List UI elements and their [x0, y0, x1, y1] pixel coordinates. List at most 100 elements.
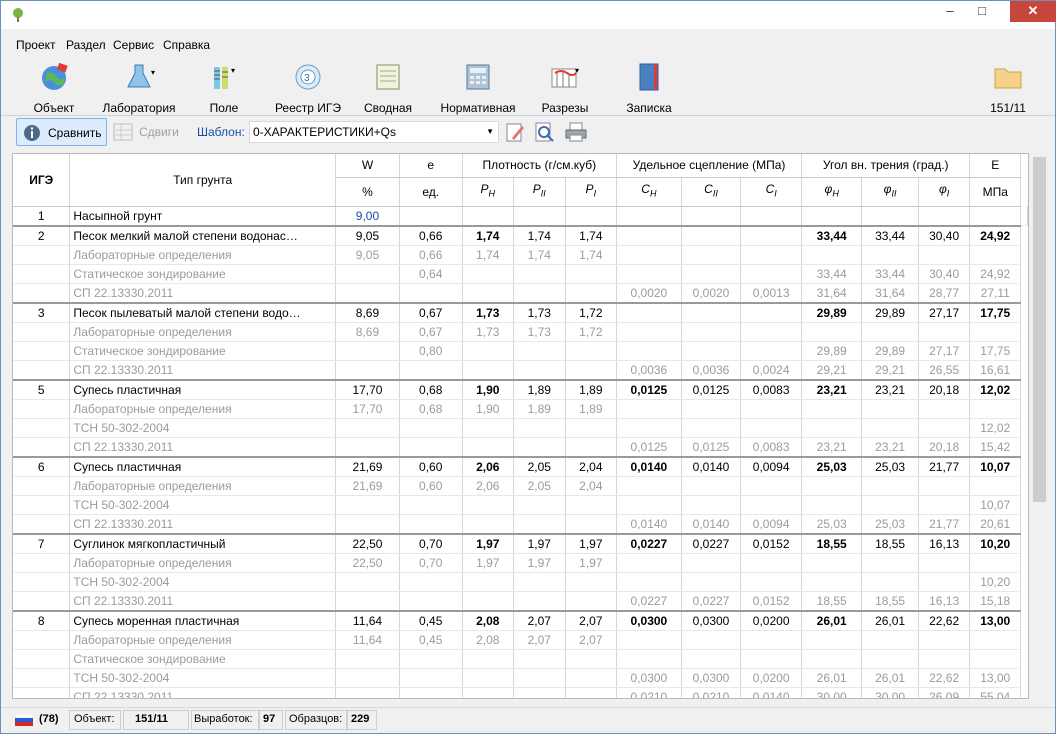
value-cell[interactable]: 1,97 [513, 553, 566, 573]
value-cell[interactable] [565, 437, 618, 457]
ige-cell[interactable] [13, 283, 71, 303]
value-cell[interactable] [399, 591, 463, 611]
toolbar-field-button[interactable]: ▾ Поле [199, 61, 249, 115]
value-cell[interactable]: 21,69 [335, 476, 400, 496]
toolbar-lab-button[interactable]: ▾ Лаборатория [99, 61, 179, 115]
source-row[interactable]: ТСН 50-302-2004 10,20 [13, 572, 1028, 592]
menu-section[interactable]: Раздел [66, 38, 106, 52]
value-cell[interactable]: 17,75 [969, 341, 1021, 361]
value-cell[interactable] [616, 206, 682, 226]
value-cell[interactable] [462, 668, 515, 688]
template-select[interactable]: 0-ХАРАКТЕРИСТИКИ+Qs ▼ [249, 121, 499, 143]
value-cell[interactable] [918, 553, 971, 573]
value-cell[interactable]: 2,08 [462, 630, 515, 650]
ige-row[interactable]: 5 Супесь пластичная 17,70 0,68 1,90 1,89 1,89 0… [13, 378, 1028, 400]
maximize-button[interactable]: □ [967, 1, 997, 22]
value-cell[interactable] [861, 206, 919, 226]
value-cell[interactable] [740, 301, 802, 323]
value-cell[interactable]: 1,97 [565, 553, 618, 573]
value-cell[interactable]: 0,0094 [740, 514, 802, 534]
value-cell[interactable] [969, 649, 1021, 669]
value-cell[interactable] [861, 572, 919, 592]
value-cell[interactable]: 18,55 [801, 532, 863, 554]
value-cell[interactable]: 8,69 [335, 322, 400, 342]
ige-cell[interactable] [13, 476, 71, 496]
value-cell[interactable] [969, 206, 1021, 226]
value-cell[interactable] [462, 591, 515, 611]
value-cell[interactable] [681, 649, 742, 669]
value-cell[interactable] [681, 206, 742, 226]
value-cell[interactable] [969, 553, 1021, 573]
value-cell[interactable]: 0,0227 [616, 591, 682, 611]
value-cell[interactable] [565, 264, 618, 284]
value-cell[interactable] [335, 360, 400, 380]
value-cell[interactable]: 21,77 [918, 455, 971, 477]
value-cell[interactable] [616, 245, 682, 265]
soil-type-cell[interactable]: Лабораторные определения [69, 322, 337, 342]
value-cell[interactable]: 0,0125 [681, 437, 742, 457]
value-cell[interactable]: 16,13 [918, 532, 971, 554]
value-cell[interactable] [513, 437, 566, 457]
value-cell[interactable] [801, 495, 863, 515]
value-cell[interactable]: 9,00 [335, 206, 400, 226]
ige-cell[interactable]: 2 [13, 224, 71, 246]
value-cell[interactable]: 20,18 [918, 437, 971, 457]
ige-cell[interactable] [13, 553, 71, 573]
value-cell[interactable]: 0,0083 [740, 378, 802, 400]
source-row[interactable]: СП 22.13330.2011 0,0210 0,0210 0,0140 30,00 3… [13, 687, 1028, 698]
value-cell[interactable] [861, 476, 919, 496]
value-cell[interactable]: 23,21 [801, 378, 863, 400]
value-cell[interactable] [616, 649, 682, 669]
value-cell[interactable]: 12,02 [969, 418, 1021, 438]
toolbar-note-button[interactable]: Записка [621, 61, 677, 115]
value-cell[interactable]: 33,44 [861, 224, 919, 246]
value-cell[interactable] [399, 668, 463, 688]
value-cell[interactable] [740, 264, 802, 284]
value-cell[interactable] [399, 283, 463, 303]
value-cell[interactable]: 2,06 [462, 455, 515, 477]
header-sub-2[interactable]: PI [565, 177, 618, 207]
value-cell[interactable] [513, 283, 566, 303]
value-cell[interactable] [740, 476, 802, 496]
soil-type-cell[interactable]: ТСН 50-302-2004 [69, 495, 337, 515]
source-row[interactable]: Лабораторные определения 8,69 0,67 1,73 1,73… [13, 322, 1028, 342]
value-cell[interactable] [399, 649, 463, 669]
soil-type-cell[interactable]: СП 22.13330.2011 [69, 514, 337, 534]
ige-row[interactable]: 6 Супесь пластичная 21,69 0,60 2,06 2,05 2,04 0… [13, 455, 1028, 477]
value-cell[interactable]: 1,74 [513, 224, 566, 246]
soil-type-cell[interactable]: Лабораторные определения [69, 553, 337, 573]
value-cell[interactable]: 0,68 [399, 378, 463, 400]
value-cell[interactable] [616, 418, 682, 438]
value-cell[interactable]: 33,44 [861, 264, 919, 284]
value-cell[interactable] [616, 264, 682, 284]
soil-type-cell[interactable]: СП 22.13330.2011 [69, 591, 337, 611]
soil-type-cell[interactable]: ТСН 50-302-2004 [69, 418, 337, 438]
value-cell[interactable]: 20,18 [918, 378, 971, 400]
value-cell[interactable] [801, 630, 863, 650]
source-row[interactable]: Статическое зондирование 0,80 29,89 29,89 27… [13, 341, 1028, 361]
value-cell[interactable]: 26,01 [801, 668, 863, 688]
ige-cell[interactable] [13, 399, 71, 419]
value-cell[interactable]: 1,73 [513, 301, 566, 323]
value-cell[interactable]: 0,68 [399, 399, 463, 419]
value-cell[interactable] [861, 245, 919, 265]
ige-cell[interactable] [13, 322, 71, 342]
value-cell[interactable] [399, 495, 463, 515]
value-cell[interactable]: 0,0152 [740, 532, 802, 554]
ige-cell[interactable] [13, 649, 71, 669]
value-cell[interactable]: 1,97 [565, 532, 618, 554]
value-cell[interactable]: 25,03 [801, 455, 863, 477]
soil-type-cell[interactable]: Песок пылеватый малой степени водо… [69, 301, 337, 323]
value-cell[interactable]: 0,0140 [616, 514, 682, 534]
shifts-button[interactable]: Сдвиги [113, 118, 185, 146]
value-cell[interactable] [335, 591, 400, 611]
value-cell[interactable] [801, 322, 863, 342]
value-cell[interactable]: 0,0013 [740, 283, 802, 303]
ige-cell[interactable]: 5 [13, 378, 71, 400]
value-cell[interactable] [399, 360, 463, 380]
value-cell[interactable]: 0,64 [399, 264, 463, 284]
value-cell[interactable]: 31,64 [801, 283, 863, 303]
value-cell[interactable] [740, 418, 802, 438]
value-cell[interactable] [616, 301, 682, 323]
value-cell[interactable]: 1,73 [462, 322, 515, 342]
